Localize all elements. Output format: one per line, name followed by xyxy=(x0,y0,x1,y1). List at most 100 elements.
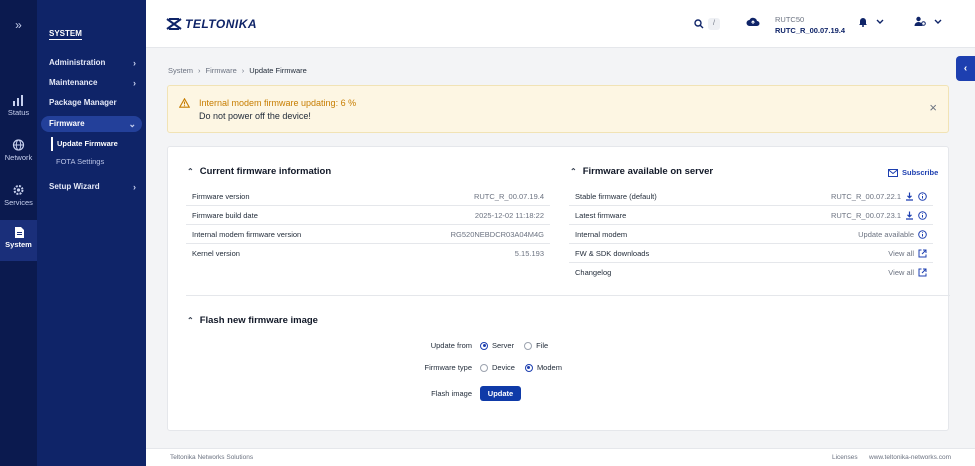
gear-icon xyxy=(13,185,24,195)
row-value: 5.15.193 xyxy=(514,249,544,258)
row-label: Firmware build date xyxy=(192,210,258,220)
row-label: Changelog xyxy=(575,268,612,277)
submenu-item-package-manager[interactable]: Package Manager xyxy=(41,95,142,111)
radio-label: Modem xyxy=(536,363,562,372)
radio-dot xyxy=(524,363,533,372)
rail-item-status[interactable]: Status xyxy=(0,88,37,128)
flash-firmware-header[interactable]: ⌃ Flash new firmware image xyxy=(187,315,318,326)
rail-item-services[interactable]: Services xyxy=(0,178,37,218)
info-icon[interactable] xyxy=(918,191,927,201)
double-chevron-right-icon[interactable]: » xyxy=(0,18,37,32)
row-label: FW & SDK downloads xyxy=(575,248,650,258)
submenu-item-maintenance[interactable]: Maintenance › xyxy=(41,75,142,91)
submenu-item-firmware[interactable]: Firmware ⌄ xyxy=(41,116,142,132)
logo-text: TELTONIKA xyxy=(185,17,258,31)
alert-title: Internal modem firmware updating: 6 % xyxy=(199,98,357,108)
chevron-up-icon: ⌃ xyxy=(187,167,194,176)
cloud-upload-icon[interactable] xyxy=(746,16,760,30)
radio-modem[interactable]: Modem xyxy=(524,363,562,372)
rail-item-label: Network xyxy=(4,153,33,162)
radio-file[interactable]: File xyxy=(524,341,548,350)
device-info[interactable]: RUTC50 RUTC_R_00.07.19.4 xyxy=(775,14,845,36)
table-row: Firmware build date 2025-12-02 11:18:22 xyxy=(186,206,550,225)
row-label: Kernel version xyxy=(192,249,240,258)
rail-item-system[interactable]: System xyxy=(0,220,37,261)
table-row: FW & SDK downloads View all xyxy=(569,244,933,263)
current-firmware-header[interactable]: ⌃ Current firmware information xyxy=(187,166,331,177)
bell-icon xyxy=(859,18,867,27)
info-icon[interactable] xyxy=(918,210,927,220)
submenu-item-label: Administration xyxy=(49,58,106,67)
chevron-up-icon: ⌃ xyxy=(187,316,194,325)
table-row: Internal modem firmware version RG520NEB… xyxy=(186,225,550,244)
footer-website-link[interactable]: www.teltonika-networks.com xyxy=(869,454,951,461)
breadcrumb-current: Update Firmware xyxy=(249,66,307,75)
chevron-right-icon: › xyxy=(198,66,201,75)
close-icon[interactable]: × xyxy=(929,101,937,114)
row-value: Update available xyxy=(858,229,914,239)
download-icon[interactable] xyxy=(905,211,914,220)
row-label: Firmware version xyxy=(192,191,250,201)
update-from-row: Update from Server File xyxy=(414,341,558,350)
breadcrumb-system[interactable]: System xyxy=(168,66,193,75)
device-name: RUTC50 xyxy=(775,15,805,24)
submenu-item-setup-wizard[interactable]: Setup Wizard › xyxy=(41,179,142,195)
row-value: View all xyxy=(888,248,914,258)
chevron-right-icon: › xyxy=(241,66,245,75)
submenu-child-fota-settings[interactable]: FOTA Settings xyxy=(51,155,141,169)
row-value: RG520NEBDCR03A04M4G xyxy=(450,229,544,239)
view-all-link[interactable]: View all xyxy=(888,249,927,258)
submenu-title: SYSTEM xyxy=(49,29,82,40)
submenu-item-label: Package Manager xyxy=(49,98,117,107)
chevron-left-icon: ‹ xyxy=(963,63,968,74)
external-link-icon xyxy=(918,268,927,277)
radio-label: Server xyxy=(492,341,515,350)
mail-icon xyxy=(888,168,898,177)
row-value: 2025-12-02 11:18:22 xyxy=(474,210,544,220)
teltonika-logo[interactable]: TELTONIKA xyxy=(166,15,257,33)
radio-label: Device xyxy=(492,363,515,372)
notifications-menu[interactable] xyxy=(858,16,884,27)
table-row: Kernel version 5.15.193 xyxy=(186,244,550,263)
chevron-down-icon: ⌄ xyxy=(128,119,136,129)
radio-dot xyxy=(480,341,488,350)
search-icon xyxy=(694,19,704,29)
alert-message: Do not power off the device! xyxy=(199,111,311,121)
radio-dot xyxy=(480,363,488,372)
user-menu[interactable] xyxy=(914,16,942,27)
warning-icon xyxy=(179,98,190,108)
search-shortcut-key: / xyxy=(708,18,720,30)
table-row: Changelog View all xyxy=(569,263,933,282)
rail-item-network[interactable]: Network xyxy=(0,133,37,173)
row-label: Internal modem xyxy=(575,229,628,239)
update-button[interactable]: Update xyxy=(480,386,521,401)
subscribe-label: Subscribe xyxy=(902,168,939,177)
section-title: Flash new firmware image xyxy=(199,315,318,326)
download-icon[interactable] xyxy=(905,192,914,201)
submenu-item-label: Firmware xyxy=(49,119,85,128)
server-firmware-header[interactable]: ⌃ Firmware available on server xyxy=(570,166,713,177)
radio-device[interactable]: Device xyxy=(480,363,515,372)
update-from-label: Update from xyxy=(430,341,472,350)
firmware-type-row: Firmware type Device Modem xyxy=(414,363,572,372)
breadcrumb-firmware[interactable]: Firmware xyxy=(206,66,237,75)
search-button[interactable]: / xyxy=(694,15,728,33)
footer: Teltonika Networks Solutions Licenses ww… xyxy=(146,448,975,466)
row-label: Latest firmware xyxy=(575,210,627,220)
radio-server[interactable]: Server xyxy=(480,341,514,350)
subscribe-link[interactable]: Subscribe xyxy=(888,168,938,177)
submenu-item-label: Setup Wizard xyxy=(49,182,100,191)
section-divider xyxy=(186,295,950,296)
user-settings-icon xyxy=(914,16,926,26)
view-all-link[interactable]: View all xyxy=(888,268,927,277)
top-bar: TELTONIKA / RUTC50 RUTC_R_00.07.19.4 xyxy=(146,0,975,48)
device-firmware: RUTC_R_00.07.19.4 xyxy=(775,26,846,35)
footer-licenses-link[interactable]: Licenses xyxy=(832,454,858,461)
submenu-child-update-firmware[interactable]: Update Firmware xyxy=(51,137,141,151)
submenu-item-administration[interactable]: Administration › xyxy=(41,55,142,71)
collapse-panel-tab[interactable]: ‹ xyxy=(956,56,975,81)
info-icon[interactable] xyxy=(918,229,927,239)
system-submenu: SYSTEM Administration › Maintenance › Pa… xyxy=(37,0,146,466)
logo-mark-icon xyxy=(166,18,182,30)
document-icon xyxy=(15,227,24,238)
